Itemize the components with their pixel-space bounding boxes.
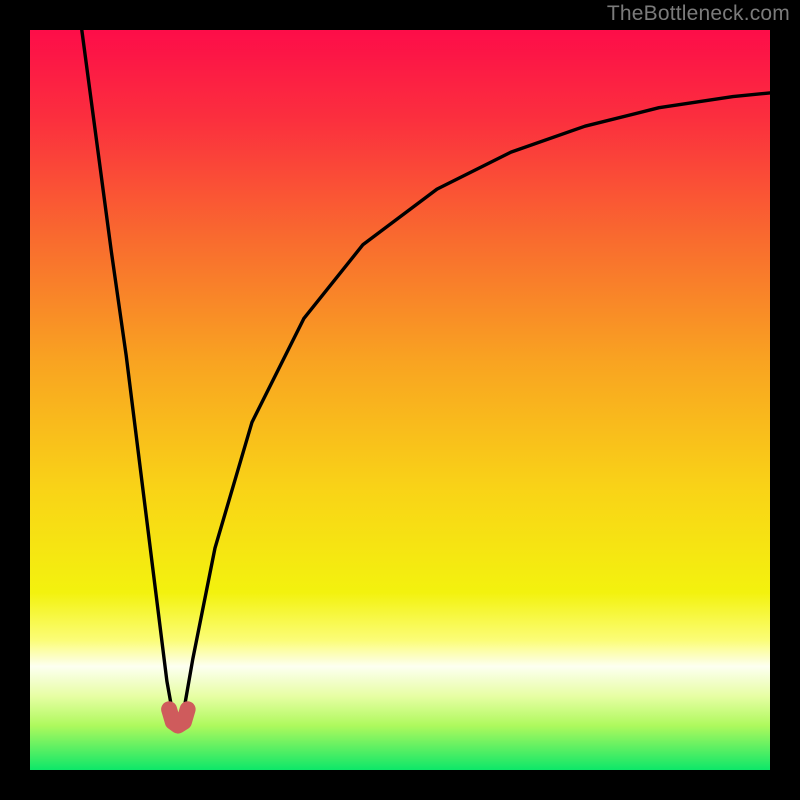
watermark-text: TheBottleneck.com — [607, 2, 790, 26]
minimum-marker — [30, 30, 770, 770]
plot-area — [30, 30, 770, 770]
chart-frame: TheBottleneck.com — [0, 0, 800, 800]
